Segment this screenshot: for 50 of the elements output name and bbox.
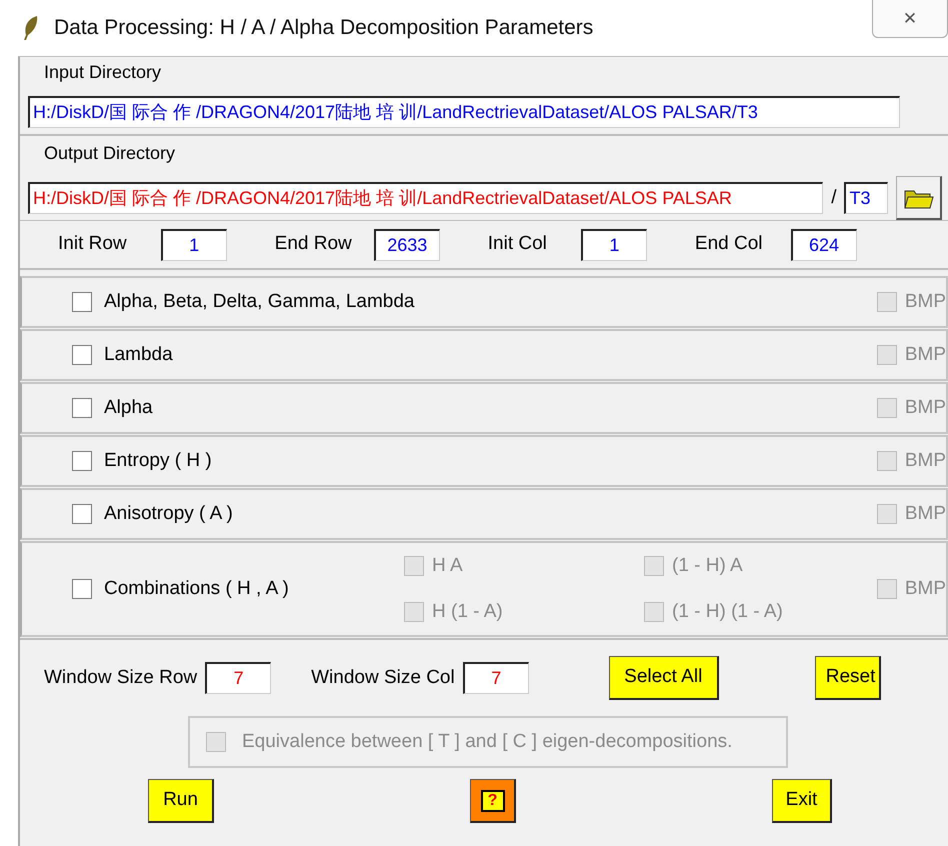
option-label: (1 - H) A — [672, 554, 743, 578]
number-field[interactable]: 7 — [462, 662, 529, 694]
option-label: Anisotropy ( A ) — [104, 502, 233, 526]
checkbox[interactable] — [72, 451, 92, 471]
checkbox[interactable] — [72, 579, 92, 599]
group-label: Input Directory — [43, 61, 162, 84]
output-directory-field[interactable]: H:/DiskD/国 际合 作 /DRAGON4/2017陆地 培 训/LandRectrievalDataset/ALOS PALSAR — [28, 182, 824, 214]
option-label: Combinations ( H , A ) — [104, 576, 290, 601]
option-label: Alpha — [104, 396, 153, 420]
number-field[interactable]: 7 — [205, 662, 272, 694]
option-label: Entropy ( H ) — [104, 448, 212, 473]
exit-button[interactable]: Exit — [772, 779, 832, 823]
folder-button[interactable] — [896, 176, 942, 220]
number-field[interactable]: 2633 — [374, 228, 440, 260]
option-label: Alpha, Beta, Delta, Gamma, Lambda — [104, 290, 414, 314]
option-label: BMP — [904, 502, 946, 526]
option-label: BMP — [904, 396, 946, 420]
path-separator: / — [831, 186, 836, 210]
field-label: Window Size Col — [311, 666, 455, 690]
subdirectory-field[interactable]: T3 — [844, 182, 888, 214]
field-label: End Col — [694, 232, 762, 256]
window-title: Data Processing: H / A / Alpha Decomposition Parameters — [54, 15, 594, 42]
option-label: Equivalence between [ T ] and [ C ] eigen-decompositions. — [242, 730, 732, 754]
option-label: BMP — [904, 342, 946, 367]
checkbox[interactable] — [72, 398, 92, 418]
number-field[interactable]: 1 — [580, 228, 647, 260]
option-label: Lambda — [104, 342, 173, 367]
reset-button[interactable]: Reset — [814, 656, 881, 700]
option-label: H A — [432, 554, 463, 578]
field-label: Window Size Row — [44, 666, 198, 690]
option-label: (1 - H) (1 - A) — [672, 600, 783, 624]
field-label: Init Row — [58, 232, 127, 256]
option-label: BMP — [904, 290, 946, 314]
checkbox[interactable] — [72, 345, 92, 365]
field-label: Init Col — [488, 232, 547, 256]
option-label: BMP — [904, 576, 946, 601]
option-label: H (1 - A) — [432, 600, 503, 624]
input-directory-field[interactable]: H:/DiskD/国 际合 作 /DRAGON4/2017陆地 培 训/LandRectrievalDataset/ALOS PALSAR/T3 — [28, 96, 900, 128]
run-button[interactable]: Run — [148, 779, 214, 823]
group-label: Output Directory — [43, 142, 176, 165]
checkbox[interactable] — [72, 292, 92, 312]
option-label: BMP — [904, 448, 946, 473]
feather-icon — [22, 15, 40, 41]
close-button[interactable]: ✕ — [872, 0, 948, 38]
field-label: End Row — [274, 232, 352, 256]
select-all-button[interactable]: Select All — [608, 656, 719, 700]
number-field[interactable]: 1 — [160, 228, 227, 260]
help-button[interactable]: ? — [470, 779, 516, 823]
checkbox[interactable] — [72, 504, 92, 524]
number-field[interactable]: 624 — [790, 228, 856, 260]
